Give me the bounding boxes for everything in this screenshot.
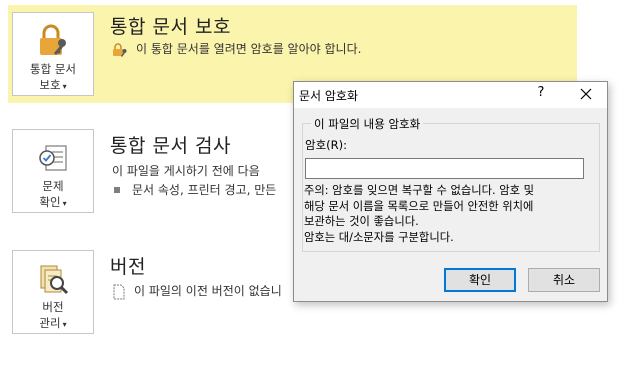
- warning-note: 주의: 암호를 잊으면 복구할 수 없습니다. 암호 및 해당 문서 이름을 목…: [304, 183, 594, 245]
- warning-line-4: 암호는 대/소문자를 구분합니다.: [304, 230, 454, 244]
- chevron-down-icon: ▾: [62, 199, 67, 208]
- manage-versions-tile-label-line1: 버전: [42, 300, 64, 314]
- check-issues-tile-label-line1: 문제: [42, 179, 64, 193]
- file-search-icon: [40, 265, 69, 295]
- protect-description: 이 통합 문서를 열려면 암호를 알아야 합니다.: [136, 42, 362, 56]
- chevron-down-icon: ▾: [62, 320, 67, 329]
- close-icon[interactable]: [578, 86, 594, 102]
- protect-tile-label-line2: 보호: [39, 78, 61, 92]
- help-button[interactable]: ?: [534, 85, 548, 100]
- checklist-icon: [39, 145, 67, 171]
- protect-title: 통합 문서 보호: [110, 16, 231, 38]
- check-issues-button[interactable]: 문제 확인 ▾: [12, 129, 94, 213]
- bullet-icon: [114, 186, 120, 193]
- manage-versions-tile-label-line2: 관리: [39, 316, 61, 330]
- ok-button[interactable]: 확인: [444, 268, 516, 292]
- group-label: 이 파일의 내용 암호화: [311, 116, 424, 132]
- versions-description: 이 파일의 이전 버전이 없습니: [134, 284, 282, 298]
- protect-tile-label-line1: 통합 문서: [30, 62, 76, 76]
- password-input[interactable]: [305, 158, 584, 179]
- versions-title: 버전: [110, 256, 146, 278]
- inspect-bullet-text: 문서 속성, 프린터 경고, 만든: [132, 183, 277, 197]
- check-issues-tile-label-line2: 확인: [39, 195, 61, 209]
- inspect-title: 통합 문서 검사: [110, 135, 231, 157]
- lock-key-small-icon: [113, 42, 127, 57]
- warning-line-1: 주의: 암호를 잊으면 복구할 수 없습니다. 암호 및: [304, 184, 535, 197]
- warning-line-2: 해당 문서 이름을 목록으로 만들어 안전한 위치에: [304, 199, 534, 213]
- inspect-description: 이 파일을 게시하기 전에 다음: [112, 164, 260, 178]
- manage-versions-button[interactable]: 버전 관리 ▾: [12, 250, 94, 334]
- cancel-button[interactable]: 취소: [528, 268, 600, 292]
- protect-workbook-button[interactable]: 통합 문서 보호 ▾: [12, 12, 94, 96]
- chevron-down-icon: ▾: [62, 82, 67, 91]
- password-label: 암호(R):: [305, 138, 347, 152]
- lock-key-icon: [40, 24, 66, 55]
- dialog-title-bar: 문서 암호화 ?: [294, 82, 607, 108]
- encrypt-document-dialog: 문서 암호화 ? 이 파일의 내용 암호화 암호(R): 주의: 암호를 잊으면…: [293, 81, 608, 302]
- warning-line-3: 보관하는 것이 좋습니다.: [304, 215, 419, 228]
- dialog-title: 문서 암호화: [299, 89, 359, 103]
- document-icon: [113, 284, 125, 299]
